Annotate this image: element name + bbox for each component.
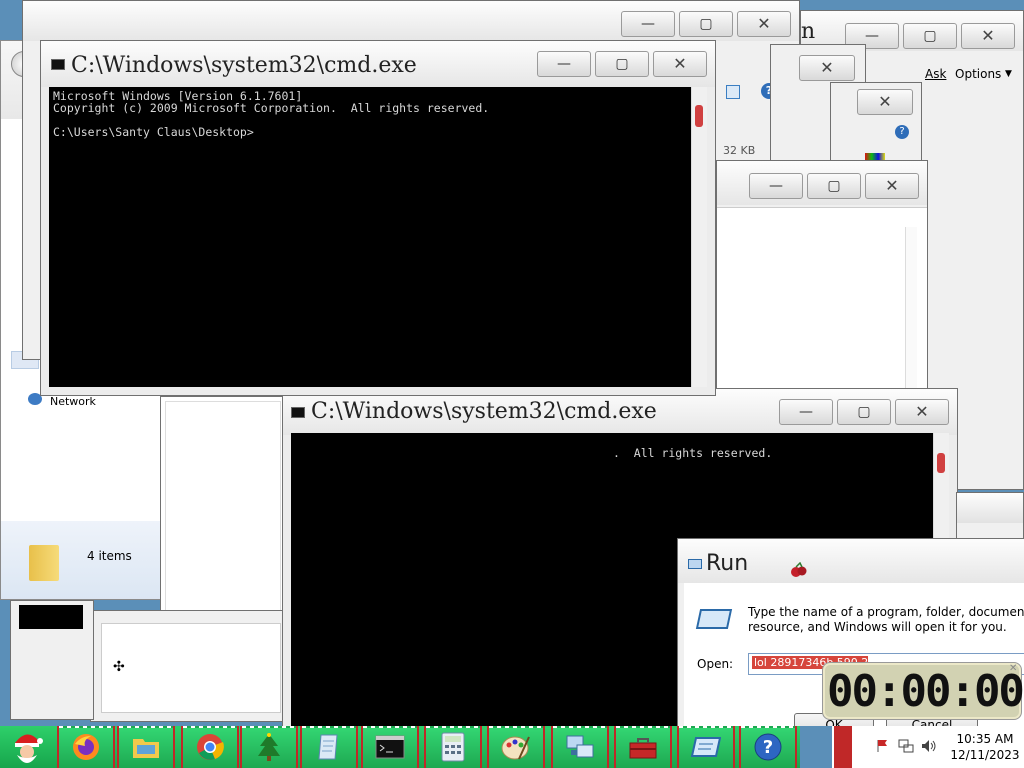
blank-window-3 [10,600,94,720]
folder-icon [130,731,162,763]
taskbar-tree[interactable] [240,726,298,768]
minimize-button[interactable]: — [621,11,675,37]
file-size-label: 32 KB [723,144,756,157]
taskbar-help[interactable]: ? [739,726,797,768]
cmd1-scrollbar[interactable] [691,87,707,387]
cmd1-title: C:\Windows\system32\cmd.exe [71,53,417,78]
clock-date[interactable]: 12/11/2023 [948,748,1022,762]
cmd-icon [291,407,305,418]
help-icon: ? [752,731,784,763]
cherry-cursor-icon [790,561,808,578]
tray-red-block [834,726,852,768]
close-button[interactable]: ✕ [961,23,1015,49]
run-title-icon [688,559,702,569]
scrollbar[interactable] [905,227,917,397]
taskbar-run[interactable] [677,726,735,768]
taskbar-network-center[interactable] [551,726,609,768]
close-button[interactable]: ✕ [895,399,949,425]
blank-window-2: ✣ [90,610,290,722]
maximize-button[interactable]: ▢ [679,11,733,37]
cmd-icon [51,59,65,70]
minimize-button[interactable]: — [779,399,833,425]
open-label: Open: [697,657,734,671]
ask-menu[interactable]: Ask [925,67,946,81]
minimize-button[interactable]: — [749,173,803,199]
maximize-button[interactable]: ▢ [595,51,649,77]
taskbar-firefox[interactable] [57,726,115,768]
run-description: Type the name of a program, folder, docu… [748,605,1024,634]
inner-frame [101,623,281,713]
close-button[interactable]: ✕ [653,51,707,77]
taskbar-chrome[interactable] [181,726,239,768]
close-button[interactable]: ✕ [865,173,919,199]
toolbox-icon [627,731,659,763]
taskbar-toolbox[interactable] [614,726,672,768]
cmd2-scroll-thumb[interactable] [937,453,945,473]
action-center-flag-icon[interactable] [876,739,890,753]
network-center-icon [564,731,596,763]
titlebar-strip [957,493,1023,523]
taskbar-explorer[interactable] [117,726,175,768]
move-cursor-icon: ✣ [113,659,125,675]
clock-time[interactable]: 10:35 AM [948,732,1022,746]
paint-icon [500,731,532,763]
close-button[interactable]: ✕ [799,55,855,81]
christmas-tree-icon [253,731,285,763]
cmd1-scroll-thumb[interactable] [695,105,703,127]
status-item-count: 4 items [87,549,132,563]
right-window-title: n [801,19,816,44]
taskbar-paint[interactable] [487,726,545,768]
cmd-icon [374,731,406,763]
stacked-window-3: — ▢ ✕ [716,160,928,400]
explorer-details-pane [1,521,161,599]
firefox-icon [70,731,102,763]
taskbar: ? 10:35 AM 12/11/2023 [0,726,1024,768]
volume-icon[interactable] [920,738,938,754]
countdown-timer-widget[interactable]: 00:00:00 ✕ [822,662,1024,720]
content-area [717,207,927,399]
network-tray-icon[interactable] [898,738,914,754]
options-dropdown-icon[interactable]: ▼ [1005,69,1012,79]
options-menu[interactable]: Options [955,67,1001,81]
run-icon [690,731,722,763]
run-program-icon [695,609,733,629]
help-icon[interactable]: ? [895,125,909,139]
cmd2-title: C:\Windows\system32\cmd.exe [311,399,657,424]
notepad-icon [313,731,345,763]
svg-text:?: ? [763,737,773,758]
nav-network-label[interactable]: Network [50,395,96,408]
start-button[interactable] [2,726,52,768]
maximize-button[interactable]: ▢ [903,23,957,49]
taskbar-calculator[interactable] [424,726,482,768]
notification-area: 10:35 AM 12/11/2023 [832,726,1024,768]
maximize-button[interactable]: ▢ [837,399,891,425]
santa-start-icon [15,734,43,763]
run-title: Run [706,551,749,576]
folder-icon [29,545,59,581]
timer-display: 00:00:00 [827,666,1024,717]
black-strip [19,605,83,629]
calculator-icon [437,731,469,763]
taskbar-notepad[interactable] [300,726,358,768]
cmd-window-1: C:\Windows\system32\cmd.exe — ▢ ✕ Micros… [40,40,716,396]
taskbar-cmd[interactable] [361,726,419,768]
minimize-button[interactable]: — [537,51,591,77]
maximize-button[interactable]: ▢ [807,173,861,199]
view-icon[interactable] [726,85,740,99]
close-button[interactable]: ✕ [737,11,791,37]
chrome-icon [194,731,226,763]
desktop-strip [800,726,832,768]
close-button[interactable]: ✕ [857,89,913,115]
cmd1-console-output[interactable]: Microsoft Windows [Version 6.1.7601] Cop… [49,87,691,387]
timer-close-icon[interactable]: ✕ [1009,663,1017,674]
